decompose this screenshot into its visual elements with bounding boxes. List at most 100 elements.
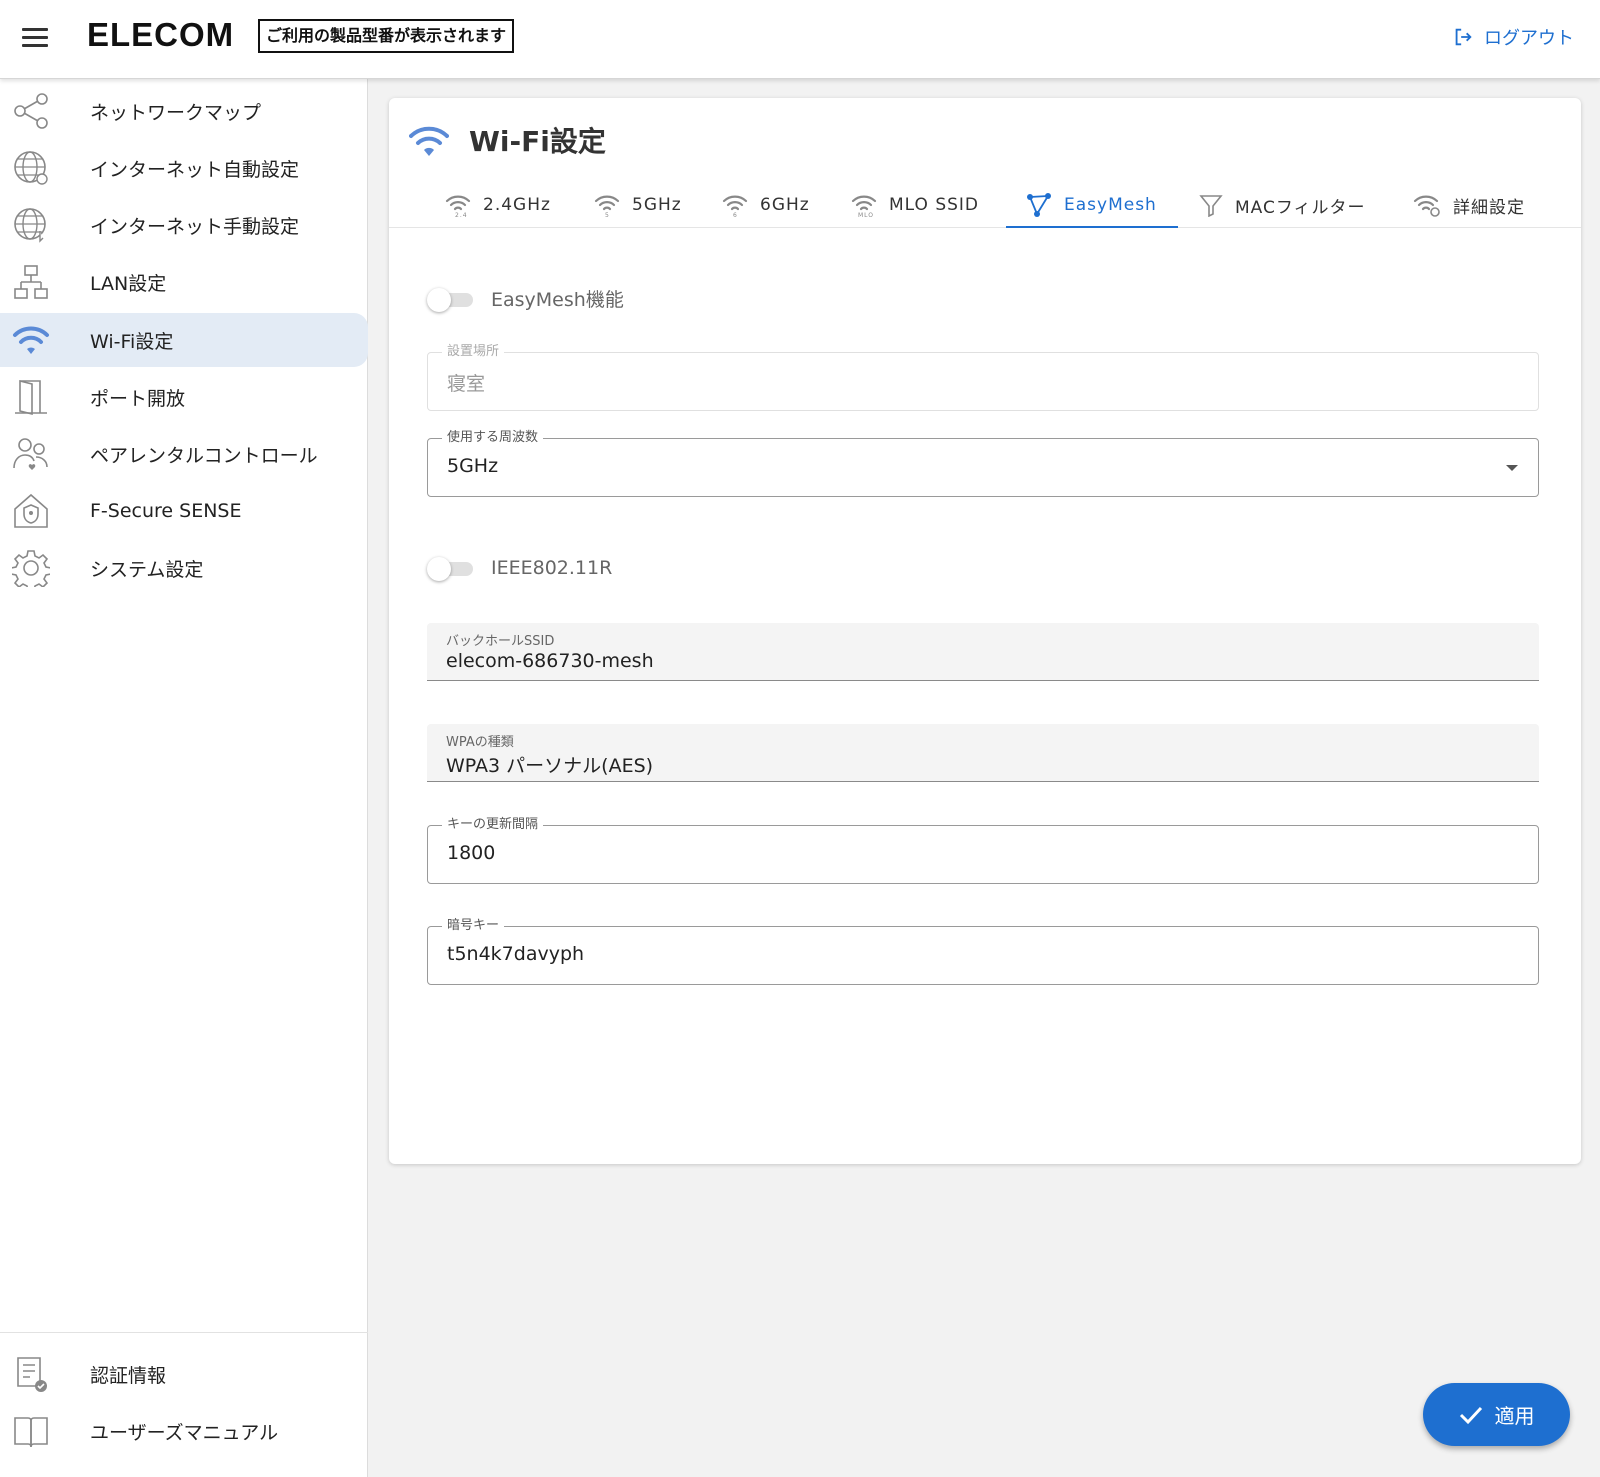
sidebar-item-lan[interactable]: LAN設定 xyxy=(0,255,368,309)
svg-text:5: 5 xyxy=(605,212,610,217)
globe-manual-icon xyxy=(12,206,50,244)
gear-icon xyxy=(12,549,50,587)
tab-easymesh[interactable]: EasyMesh xyxy=(1026,182,1157,228)
tab-mac-filter[interactable]: MACフィルター xyxy=(1199,182,1366,228)
hamburger-menu-icon[interactable] xyxy=(22,28,48,48)
globe-auto-icon xyxy=(12,149,50,187)
sidebar-item-label: LAN設定 xyxy=(90,272,167,295)
chevron-down-icon xyxy=(1506,465,1518,471)
svg-text:2.4: 2.4 xyxy=(455,212,468,217)
book-icon xyxy=(12,1412,50,1450)
tab-label: 6GHz xyxy=(760,195,810,215)
easymesh-toggle-row: EasyMesh機能 xyxy=(427,285,624,312)
sidebar-item-wifi[interactable]: Wi-Fi設定 xyxy=(0,313,368,367)
tab-mlo-ssid[interactable]: MLO MLO SSID xyxy=(851,182,979,228)
elecom-logo: ELECOM xyxy=(87,16,235,53)
tab-label: 詳細設定 xyxy=(1453,197,1525,218)
wifi-5-icon: 5 xyxy=(594,193,620,217)
tab-5ghz[interactable]: 5 5GHz xyxy=(594,182,682,228)
logout-button[interactable]: ログアウト xyxy=(1452,24,1574,50)
backhaul-ssid-field: バックホールSSID elecom-686730-mesh xyxy=(427,623,1539,681)
sidebar-item-internet-auto[interactable]: インターネット自動設定 xyxy=(0,141,368,195)
wifi-settings-card: Wi-Fi設定 2.4 2.4GHz 5 5GHz 6 6GHz MLO MLO… xyxy=(389,98,1581,1164)
page-title: Wi-Fi設定 xyxy=(469,125,606,158)
sidebar-item-label: ペアレンタルコントロール xyxy=(90,444,318,467)
sidebar-item-label: ポート開放 xyxy=(90,387,186,410)
location-value: 寝室 xyxy=(447,373,486,395)
certificate-icon xyxy=(12,1355,50,1393)
tab-label: MACフィルター xyxy=(1235,197,1366,218)
location-field[interactable]: 設置場所 寝室 xyxy=(427,344,1539,411)
sidebar-item-user-manual[interactable]: ユーザーズマニュアル xyxy=(0,1404,368,1458)
svg-text:6: 6 xyxy=(733,212,738,217)
ieee80211r-toggle[interactable] xyxy=(427,555,475,581)
tab-2-4ghz[interactable]: 2.4 2.4GHz xyxy=(445,182,551,228)
sidebar-item-label: インターネット手動設定 xyxy=(90,215,300,238)
check-icon xyxy=(1459,1406,1482,1424)
svg-text:MLO: MLO xyxy=(858,212,874,217)
sidebar-item-internet-manual[interactable]: インターネット手動設定 xyxy=(0,198,368,252)
sidebar: ネットワークマップ インターネット自動設定 インターネット手動設定 LAN設定 … xyxy=(0,79,368,1477)
wifi-6-icon: 6 xyxy=(722,193,748,217)
wifi-24-icon: 2.4 xyxy=(445,193,471,217)
active-tab-indicator xyxy=(1006,226,1178,228)
tab-label: 2.4GHz xyxy=(483,195,551,215)
sidebar-item-port-forwarding[interactable]: ポート開放 xyxy=(0,370,368,424)
encryption-key-value[interactable]: t5n4k7davyph xyxy=(447,943,584,965)
tab-6ghz[interactable]: 6 6GHz xyxy=(722,182,810,228)
encryption-key-field[interactable]: 暗号キー t5n4k7davyph xyxy=(427,918,1539,985)
ieee80211r-toggle-label: IEEE802.11R xyxy=(491,557,613,579)
backhaul-ssid-label: バックホールSSID xyxy=(446,634,555,649)
sidebar-item-label: 認証情報 xyxy=(90,1364,167,1387)
wifi-settings-icon xyxy=(1413,193,1441,217)
sidebar-item-network-map[interactable]: ネットワークマップ xyxy=(0,84,368,138)
sidebar-item-label: ネットワークマップ xyxy=(90,101,262,124)
key-interval-value[interactable]: 1800 xyxy=(447,842,495,864)
sidebar-item-label: ユーザーズマニュアル xyxy=(90,1421,279,1444)
wifi-title-icon xyxy=(409,126,449,162)
sidebar-item-certificate[interactable]: 認証情報 xyxy=(0,1347,368,1401)
wpa-type-label: WPAの種類 xyxy=(446,735,514,750)
key-interval-label: キーの更新間隔 xyxy=(442,817,544,833)
home-shield-icon xyxy=(12,492,50,530)
key-interval-field[interactable]: キーの更新間隔 1800 xyxy=(427,817,1539,884)
easymesh-toggle[interactable] xyxy=(427,286,475,312)
backhaul-ssid-value: elecom-686730-mesh xyxy=(446,650,654,672)
sidebar-item-parental-control[interactable]: ペアレンタルコントロール xyxy=(0,427,368,481)
mesh-icon xyxy=(1026,192,1052,218)
door-icon xyxy=(12,378,50,416)
encryption-key-label: 暗号キー xyxy=(442,918,505,934)
tab-advanced[interactable]: 詳細設定 xyxy=(1413,182,1525,228)
apply-button[interactable]: 適用 xyxy=(1423,1383,1570,1446)
sidebar-item-label: Wi-Fi設定 xyxy=(90,330,174,353)
sidebar-item-f-secure[interactable]: F-Secure SENSE xyxy=(0,484,368,538)
frequency-select[interactable]: 使用する周波数 5GHz xyxy=(427,430,1539,497)
parental-icon xyxy=(12,435,50,473)
filter-icon xyxy=(1199,193,1223,217)
frequency-label: 使用する周波数 xyxy=(442,430,544,446)
sidebar-item-system[interactable]: システム設定 xyxy=(0,541,368,595)
sidebar-item-label: インターネット自動設定 xyxy=(90,158,300,181)
lan-icon xyxy=(12,263,50,301)
share-icon xyxy=(12,92,50,130)
tab-label: MLO SSID xyxy=(889,195,980,215)
wifi-icon xyxy=(12,321,50,359)
location-label: 設置場所 xyxy=(442,344,505,360)
wpa-type-field: WPAの種類 WPA3 パーソナル(AES) xyxy=(427,724,1539,782)
sidebar-divider xyxy=(0,1332,368,1333)
logout-icon xyxy=(1455,28,1472,46)
tab-label: EasyMesh xyxy=(1064,195,1157,215)
logout-label: ログアウト xyxy=(1484,28,1574,49)
sidebar-item-label: F-Secure SENSE xyxy=(90,500,242,522)
model-name-box: ご利用の製品型番が表示されます xyxy=(258,19,515,53)
tab-label: 5GHz xyxy=(632,195,682,215)
ieee-toggle-row: IEEE802.11R xyxy=(427,555,612,581)
wifi-tabs: 2.4 2.4GHz 5 5GHz 6 6GHz MLO MLO SSID Ea… xyxy=(389,182,1581,228)
top-bar: ELECOM ご利用の製品型番が表示されます ログアウト xyxy=(0,0,1600,79)
wpa-type-value: WPA3 パーソナル(AES) xyxy=(446,755,654,777)
easymesh-toggle-label: EasyMesh機能 xyxy=(491,289,624,311)
apply-label: 適用 xyxy=(1494,1404,1535,1428)
frequency-value: 5GHz xyxy=(447,455,499,477)
sidebar-item-label: システム設定 xyxy=(90,558,204,581)
wifi-mlo-icon: MLO xyxy=(851,193,877,217)
